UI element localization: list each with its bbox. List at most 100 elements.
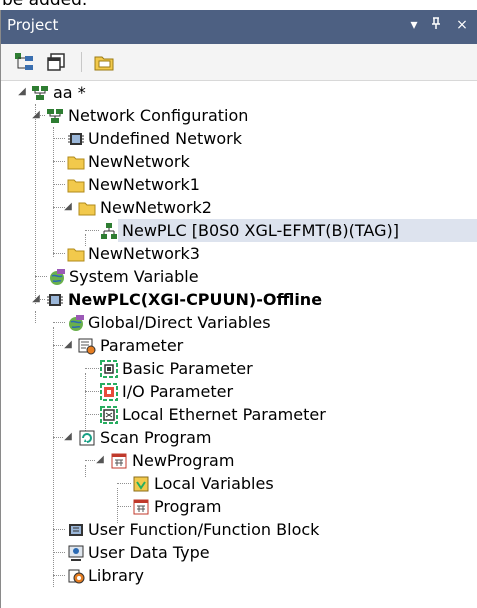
tree-guide <box>53 552 65 553</box>
tree-label: Undefined Network <box>88 129 242 148</box>
tree-guide <box>53 138 65 139</box>
tree-item-system-variable[interactable]: System Variable <box>1 265 477 288</box>
basic-parameter-icon <box>100 360 118 378</box>
collapse-icon[interactable]: ◢ <box>62 339 74 351</box>
tree-item-scan-program[interactable]: ◢ Scan Program <box>1 426 477 449</box>
close-button[interactable]: × <box>453 16 471 34</box>
tree-item-root[interactable]: ◢ aa * <box>1 81 477 104</box>
tree-label: I/O Parameter <box>122 382 234 401</box>
tree-item-global-direct-variables[interactable]: Global/Direct Variables <box>1 311 477 334</box>
tree-guide <box>85 230 99 231</box>
tree-label: Scan Program <box>100 428 212 447</box>
tree-item-basic-parameter[interactable]: Basic Parameter <box>1 357 477 380</box>
tree-item-user-function[interactable]: User Function/Function Block <box>1 518 477 541</box>
tree-item-parameter[interactable]: ◢ Parameter <box>1 334 477 357</box>
tree-guide <box>53 529 65 530</box>
program-icon <box>132 498 150 516</box>
tree-guide <box>85 368 99 369</box>
tree-label: NewPLC(XGI-CPUUN)-Offline <box>68 290 323 309</box>
tree-item-newnetwork3[interactable]: NewNetwork3 <box>1 242 477 265</box>
tree-label: Local Ethernet Parameter <box>122 405 326 424</box>
user-data-type-icon <box>67 544 85 562</box>
network-config-icon <box>46 107 64 125</box>
folder-icon <box>78 199 96 217</box>
globe-variable-icon <box>67 314 85 332</box>
tree-item-undefined-network[interactable]: Undefined Network <box>1 127 477 150</box>
panel-title: Project <box>7 16 59 34</box>
ethernet-parameter-icon <box>100 406 118 424</box>
tree-item-local-variables[interactable]: Local Variables <box>1 472 477 495</box>
tree-item-network-configuration[interactable]: ◢ Network Configuration <box>1 104 477 127</box>
collapse-icon[interactable]: ◢ <box>16 86 28 98</box>
tree-label: NewProgram <box>132 451 235 470</box>
tree-label: User Data Type <box>88 543 210 562</box>
dropdown-button[interactable]: ▾ <box>405 16 423 34</box>
tree-item-plc[interactable]: ◢ NewPLC(XGI-CPUUN)-Offline <box>1 288 477 311</box>
tree-label: Parameter <box>100 336 184 355</box>
tree-label: Local Variables <box>154 474 274 493</box>
parameter-icon <box>78 337 96 355</box>
panel-toolbar <box>1 44 477 81</box>
tree-guide <box>117 506 131 507</box>
tree-label: Basic Parameter <box>122 359 253 378</box>
tree-guide <box>53 161 65 162</box>
pin-icon <box>432 17 440 29</box>
tree-guide <box>85 414 99 415</box>
cpu-icon <box>46 291 64 309</box>
tree-guide <box>53 575 65 576</box>
collapse-icon[interactable]: ◢ <box>30 293 42 305</box>
project-tree: ◢ aa * ◢ Network Configuration Undefined… <box>1 81 477 608</box>
window-icon[interactable] <box>45 51 67 73</box>
tree-label: Network Configuration <box>68 106 249 125</box>
tree-guide <box>117 483 131 484</box>
tree-item-library[interactable]: Library <box>1 564 477 587</box>
toolbar-separator <box>81 52 82 72</box>
collapse-icon[interactable]: ◢ <box>62 201 74 213</box>
tree-item-newprogram[interactable]: ◢ NewProgram <box>1 449 477 472</box>
program-block-icon <box>110 452 128 470</box>
tree-guide <box>35 276 47 277</box>
tree-label: NewNetwork <box>88 152 190 171</box>
folder-icon <box>67 153 85 171</box>
tree-label: aa * <box>53 83 86 102</box>
scan-program-icon <box>78 429 96 447</box>
tree-guide <box>53 322 65 323</box>
globe-variable-icon <box>48 268 66 286</box>
tree-guide <box>53 253 65 254</box>
collapse-icon[interactable]: ◢ <box>30 109 42 121</box>
folder-icon <box>67 176 85 194</box>
tree-guide <box>85 391 99 392</box>
network-node-icon <box>100 222 118 240</box>
tree-label: User Function/Function Block <box>88 520 320 539</box>
folder-open-icon[interactable] <box>93 51 115 73</box>
tree-view-icon[interactable] <box>13 51 35 73</box>
tree-label: NewPLC [B0S0 XGL-EFMT(B)(TAG)] <box>122 221 399 240</box>
tree-label: Library <box>88 566 144 585</box>
panel-title-bar[interactable]: Project ▾ × <box>1 10 477 44</box>
project-icon <box>31 84 49 102</box>
pin-button[interactable] <box>427 16 445 34</box>
tree-item-io-parameter[interactable]: I/O Parameter <box>1 380 477 403</box>
tree-item-local-ethernet-parameter[interactable]: Local Ethernet Parameter <box>1 403 477 426</box>
tree-item-newnetwork[interactable]: NewNetwork <box>1 150 477 173</box>
collapse-icon[interactable]: ◢ <box>94 454 106 466</box>
tree-label: NewNetwork3 <box>88 244 200 263</box>
tree-item-newnetwork1[interactable]: NewNetwork1 <box>1 173 477 196</box>
tree-item-program[interactable]: Program <box>1 495 477 518</box>
tree-label: NewNetwork1 <box>88 175 200 194</box>
tree-label: NewNetwork2 <box>100 198 212 217</box>
local-variables-icon <box>132 475 150 493</box>
tree-item-newnetwork2[interactable]: ◢ NewNetwork2 <box>1 196 477 219</box>
tree-item-user-data-type[interactable]: User Data Type <box>1 541 477 564</box>
function-block-icon <box>67 521 85 539</box>
folder-icon <box>67 245 85 263</box>
io-parameter-icon <box>100 383 118 401</box>
tree-label: Global/Direct Variables <box>88 313 271 332</box>
collapse-icon[interactable]: ◢ <box>62 431 74 443</box>
cpu-icon <box>67 130 85 148</box>
tree-item-newplc-module[interactable]: NewPLC [B0S0 XGL-EFMT(B)(TAG)] <box>1 219 477 242</box>
library-icon <box>67 567 85 585</box>
tree-guide <box>53 184 65 185</box>
tree-label: Program <box>154 497 222 516</box>
tree-label: System Variable <box>69 267 199 286</box>
